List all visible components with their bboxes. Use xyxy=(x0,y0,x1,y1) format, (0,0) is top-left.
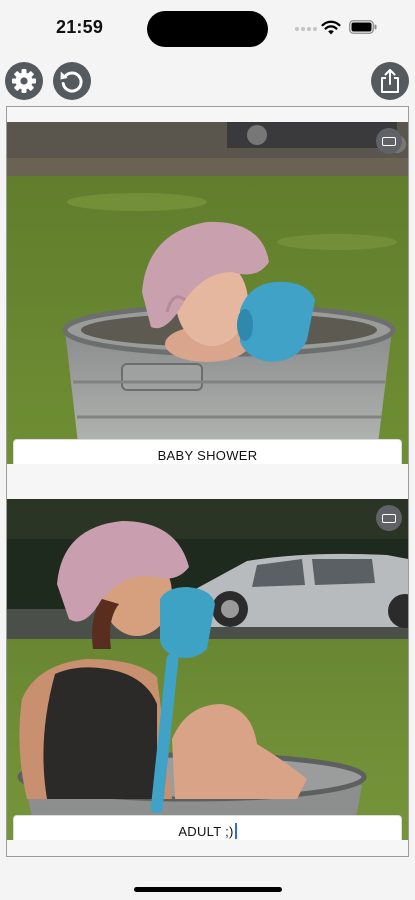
status-bar: 21:59 xyxy=(0,0,415,56)
photo-panel-top[interactable]: BABY SHOWER xyxy=(7,122,408,464)
caption-text-bottom: ADULT ;) xyxy=(178,823,234,839)
rotate-left-icon xyxy=(60,71,83,93)
aspect-ratio-icon xyxy=(382,513,396,523)
aspect-ratio-button-bottom[interactable] xyxy=(376,505,402,531)
cellular-signal-icon xyxy=(295,27,317,33)
collage-canvas: BABY SHOWER ADULT ;) xyxy=(6,106,409,857)
caption-input-bottom[interactable]: ADULT ;) xyxy=(13,815,402,840)
wifi-icon xyxy=(321,20,341,35)
status-time: 21:59 xyxy=(56,17,104,37)
battery-icon xyxy=(349,20,377,34)
caption-text-top: BABY SHOWER xyxy=(157,447,258,463)
aspect-ratio-icon xyxy=(382,136,396,146)
gear-icon xyxy=(12,69,36,93)
share-button[interactable] xyxy=(371,62,409,100)
settings-button[interactable] xyxy=(5,62,43,100)
reset-button[interactable] xyxy=(53,62,91,100)
share-icon xyxy=(381,69,399,93)
home-indicator[interactable] xyxy=(134,887,282,892)
aspect-ratio-button-top[interactable] xyxy=(376,128,402,154)
text-cursor xyxy=(234,823,237,839)
caption-input-top[interactable]: BABY SHOWER xyxy=(13,439,402,464)
child-photo[interactable] xyxy=(7,122,408,464)
adult-photo[interactable] xyxy=(7,499,408,840)
dynamic-island xyxy=(147,11,268,47)
photo-panel-bottom[interactable]: ADULT ;) xyxy=(7,499,408,840)
